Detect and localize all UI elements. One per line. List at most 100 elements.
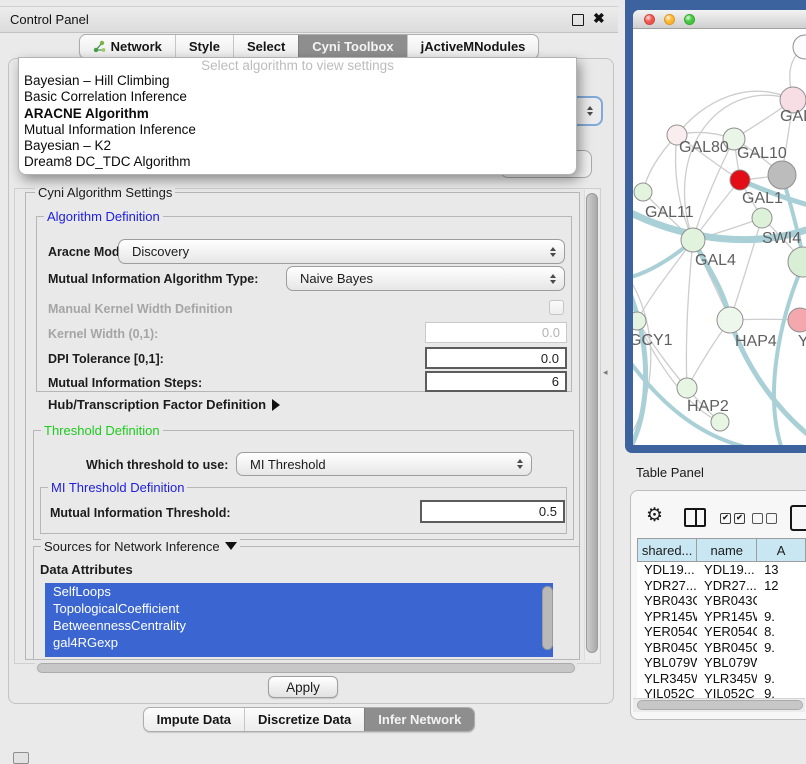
float-panel-icon[interactable] xyxy=(572,14,584,26)
table-hscrollbar-thumb[interactable] xyxy=(637,700,803,710)
table-row[interactable]: YDL19...YDL19...13 xyxy=(637,562,806,578)
algorithm-option[interactable]: Mutual Information Inference xyxy=(19,122,576,138)
column-header[interactable]: name xyxy=(697,538,757,562)
algorithm-option[interactable]: Dream8 DC_TDC Algorithm xyxy=(19,154,576,170)
network-tab-icon xyxy=(93,40,106,53)
node-label: GAL11 xyxy=(645,204,694,221)
table-row[interactable]: YIL052CYIL052C9. xyxy=(637,686,806,698)
algorithm-option[interactable]: Bayesian – Hill Climbing xyxy=(19,73,576,89)
data-attribute-option[interactable]: TopologicalCoefficient xyxy=(45,600,553,617)
table-cell: YLR345W xyxy=(637,671,697,686)
cyni-settings-group-title: Cyni Algorithm Settings xyxy=(35,185,175,200)
select-all-checkbox-icon[interactable]: ✔ xyxy=(720,513,731,524)
table-row[interactable]: YPR145WYPR145W9. xyxy=(637,609,806,625)
algorithm-option[interactable]: ARACNE Algorithm xyxy=(19,106,576,122)
data-attributes-list[interactable]: SelfLoopsTopologicalCoefficientBetweenne… xyxy=(45,583,553,657)
minimized-panel-icon[interactable] xyxy=(13,752,29,764)
network-node[interactable] xyxy=(677,378,697,398)
tab-jactivemnodules[interactable]: jActiveMNodules xyxy=(407,35,539,58)
algorithm-option[interactable]: Bayesian – K2 xyxy=(19,138,576,154)
column-header[interactable]: shared... xyxy=(637,538,697,562)
network-node[interactable] xyxy=(752,208,772,228)
mi-threshold-group-title: MI Threshold Definition xyxy=(48,480,187,495)
network-node[interactable] xyxy=(711,413,729,431)
column-options-icon[interactable] xyxy=(790,505,806,531)
network-node[interactable] xyxy=(633,312,646,330)
split-table-icon[interactable] xyxy=(684,508,706,527)
tab-impute-data[interactable]: Impute Data xyxy=(144,708,244,731)
table-cell: YBL079W xyxy=(697,655,757,670)
gear-icon[interactable]: ⚙ xyxy=(646,504,663,527)
table-row[interactable]: YLR345WYLR345W9. xyxy=(637,671,806,687)
tab-infer-network[interactable]: Infer Network xyxy=(364,708,474,731)
table-row[interactable]: YBR043CYBR043C xyxy=(637,593,806,609)
table-cell: YLR345W xyxy=(697,671,757,686)
mi-steps-value: 6 xyxy=(552,374,559,389)
table-cell: 12 xyxy=(757,578,806,593)
close-icon[interactable]: ✖ xyxy=(593,10,605,27)
tab-select[interactable]: Select xyxy=(233,35,298,58)
network-node[interactable] xyxy=(788,308,806,332)
settings-hscrollbar-thumb[interactable] xyxy=(37,663,575,673)
apply-button[interactable]: Apply xyxy=(268,676,338,698)
threshold-definition-title: Threshold Definition xyxy=(41,423,163,438)
node-label: GAL80 xyxy=(679,139,729,156)
tab-cyni-toolbox[interactable]: Cyni Toolbox xyxy=(298,35,406,58)
deselect-checkbox-icon[interactable] xyxy=(752,513,763,524)
network-edge xyxy=(637,240,693,321)
control-panel-tabs: Network Style Select Cyni ToolboxjActiveMNo… xyxy=(0,34,618,58)
collapse-right-icon xyxy=(272,399,280,411)
network-node[interactable] xyxy=(717,307,743,333)
data-attributes-label: Data Attributes xyxy=(40,562,133,577)
data-attribute-option[interactable]: gal4RGexp xyxy=(45,634,553,651)
network-node[interactable] xyxy=(681,228,705,252)
data-attribute-option[interactable]: SelfLoops xyxy=(45,583,553,600)
data-attribute-option[interactable]: BetweennessCentrality xyxy=(45,617,553,634)
mi-algorithm-type-combo[interactable]: Naive Bayes xyxy=(286,266,565,291)
control-panel-title: Control Panel xyxy=(10,7,89,32)
manual-kernel-width-checkbox[interactable] xyxy=(549,300,564,315)
network-node[interactable] xyxy=(768,161,796,189)
table-row[interactable]: YER054CYER054C8. xyxy=(637,624,806,640)
table-cell: YDR27... xyxy=(697,578,757,593)
network-window-titlebar[interactable] xyxy=(633,10,806,29)
algorithm-select-popup: Select algorithm to view settings Bayesi… xyxy=(18,57,577,175)
network-node[interactable] xyxy=(634,183,652,201)
mac-close-icon[interactable] xyxy=(644,14,655,25)
table-row[interactable]: YBR045CYBR045C9. xyxy=(637,640,806,656)
table-cell: 8. xyxy=(757,624,806,639)
table-cell: 9. xyxy=(757,640,806,655)
sources-group-title[interactable]: Sources for Network Inference xyxy=(41,539,240,554)
tab-discretize-data[interactable]: Discretize Data xyxy=(244,708,364,731)
mi-threshold-field[interactable]: 0.5 xyxy=(420,500,565,523)
settings-scrollbar-thumb[interactable] xyxy=(586,193,598,653)
aracne-mode-combo[interactable]: Discovery xyxy=(118,239,565,264)
hub-definition-toggle[interactable]: Hub/Transcription Factor Definition xyxy=(48,397,280,412)
which-threshold-combo[interactable]: MI Threshold xyxy=(236,452,532,476)
network-node[interactable] xyxy=(788,247,806,277)
tab-style[interactable]: Style xyxy=(175,35,233,58)
network-node[interactable] xyxy=(793,35,806,59)
table-cell: YIL052C xyxy=(637,686,697,698)
table-cell: YBR045C xyxy=(637,640,697,655)
divider-grip-icon[interactable]: ◂ xyxy=(603,367,608,378)
dpi-tolerance-field[interactable]: 0.0 xyxy=(425,347,567,369)
mac-minimize-icon[interactable] xyxy=(664,14,675,25)
node-label: GCY1 xyxy=(633,332,673,349)
deselect-checkbox-icon[interactable] xyxy=(766,513,777,524)
select-all-checkbox-icon[interactable]: ✔ xyxy=(734,513,745,524)
tab-label: Select xyxy=(247,39,285,54)
attributes-scrollbar-thumb[interactable] xyxy=(542,586,553,650)
algorithm-option[interactable]: Basic Correlation Inference xyxy=(19,89,576,105)
table-row[interactable]: YDR27...YDR27...12 xyxy=(637,578,806,594)
table-row[interactable]: YBL079WYBL079W xyxy=(637,655,806,671)
tab-label: Style xyxy=(189,39,220,54)
tab-network[interactable]: Network xyxy=(80,35,175,58)
network-node[interactable] xyxy=(730,170,750,190)
mac-zoom-icon[interactable] xyxy=(684,14,695,25)
table-cell: YER054C xyxy=(637,624,697,639)
table-cell: 13 xyxy=(757,562,806,577)
network-canvas[interactable]: GALGAL80GAL10GAL1GAL11SWI4GAL4GCY1HAP4YH… xyxy=(633,28,806,445)
column-header[interactable]: A xyxy=(757,538,806,562)
mi-steps-field[interactable]: 6 xyxy=(425,371,567,392)
